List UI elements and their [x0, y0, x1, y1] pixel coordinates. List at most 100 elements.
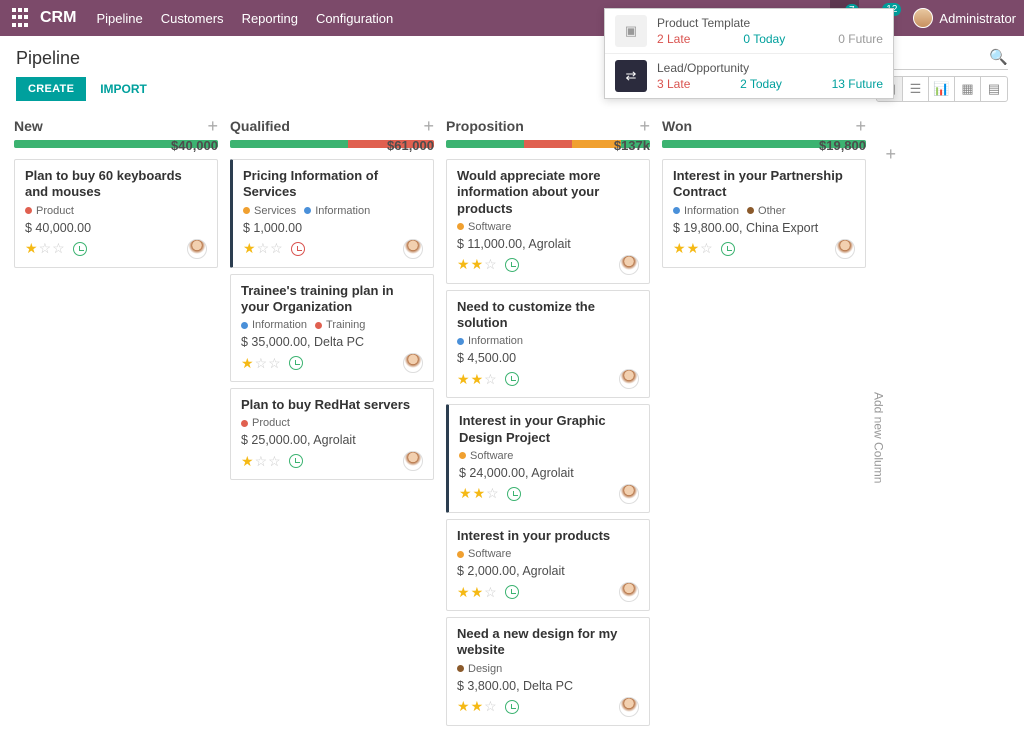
star-icon[interactable]: ★: [457, 371, 470, 388]
star-icon[interactable]: ☆: [270, 240, 283, 257]
star-icon[interactable]: ☆: [486, 485, 499, 502]
nav-pipeline[interactable]: Pipeline: [96, 11, 142, 26]
kanban-card[interactable]: Trainee's training plan in your Organiza…: [230, 274, 434, 383]
star-icon[interactable]: ☆: [484, 371, 497, 388]
clock-icon[interactable]: [507, 487, 521, 501]
search-icon[interactable]: 🔍: [989, 48, 1008, 66]
view-list-icon[interactable]: ☰: [903, 77, 929, 101]
assignee-avatar[interactable]: [619, 369, 639, 389]
clock-icon[interactable]: [505, 372, 519, 386]
star-icon[interactable]: ★: [459, 485, 472, 502]
clock-icon[interactable]: [291, 242, 305, 256]
star-icon[interactable]: ★: [243, 240, 256, 257]
view-pivot-icon[interactable]: ▤: [981, 77, 1007, 101]
star-icon[interactable]: ☆: [255, 355, 268, 372]
assignee-avatar[interactable]: [835, 239, 855, 259]
star-icon[interactable]: ★: [25, 240, 38, 257]
star-icon[interactable]: ★: [673, 240, 686, 257]
star-icon[interactable]: ★: [473, 485, 486, 502]
star-icon[interactable]: ☆: [484, 256, 497, 273]
card-tags: Product: [241, 417, 423, 429]
star-icon[interactable]: ★: [687, 240, 700, 257]
star-icon[interactable]: ★: [241, 355, 254, 372]
star-icon[interactable]: ★: [457, 256, 470, 273]
clock-icon[interactable]: [505, 700, 519, 714]
assignee-avatar[interactable]: [619, 582, 639, 602]
assignee-avatar[interactable]: [403, 239, 423, 259]
assignee-avatar[interactable]: [619, 697, 639, 717]
tag: Product: [25, 205, 74, 217]
apps-icon[interactable]: [12, 8, 32, 28]
star-icon[interactable]: ☆: [268, 355, 281, 372]
clock-icon[interactable]: [289, 356, 303, 370]
star-icon[interactable]: ☆: [484, 698, 497, 715]
kanban-card[interactable]: Plan to buy RedHat servers Product $ 25,…: [230, 388, 434, 480]
star-icon[interactable]: ☆: [52, 240, 65, 257]
star-icon[interactable]: ★: [457, 584, 470, 601]
nav-customers[interactable]: Customers: [161, 11, 224, 26]
tag: Information: [457, 335, 523, 347]
kanban-card[interactable]: Interest in your products Software $ 2,0…: [446, 519, 650, 611]
kanban-card[interactable]: Interest in your Partnership Contract In…: [662, 159, 866, 268]
star-icon[interactable]: ☆: [39, 240, 52, 257]
view-calendar-icon[interactable]: ▦: [955, 77, 981, 101]
nav-menu: Pipeline Customers Reporting Configurati…: [96, 11, 393, 26]
star-icon[interactable]: ☆: [255, 453, 268, 470]
view-switcher: ▦ ☰ 📊 ▦ ▤: [876, 76, 1008, 102]
clock-icon[interactable]: [505, 585, 519, 599]
user-menu[interactable]: Administrator: [913, 8, 1016, 28]
star-icon[interactable]: ★: [471, 698, 484, 715]
clock-icon[interactable]: [505, 258, 519, 272]
star-icon[interactable]: ☆: [257, 240, 270, 257]
kanban-card[interactable]: Need a new design for my website Design …: [446, 617, 650, 726]
user-name: Administrator: [939, 11, 1016, 26]
kanban-card[interactable]: Need to customize the solution Informati…: [446, 290, 650, 399]
clock-icon[interactable]: [289, 454, 303, 468]
notif-row-product[interactable]: ▣ Product Template 2 Late 0 Today 0 Futu…: [605, 9, 893, 53]
kanban-board: New+$40,000 Plan to buy 60 keyboards and…: [0, 110, 1024, 732]
assignee-avatar[interactable]: [403, 353, 423, 373]
card-footer: ★★☆: [457, 697, 639, 717]
star-icon[interactable]: ★: [471, 371, 484, 388]
nav-configuration[interactable]: Configuration: [316, 11, 393, 26]
add-card-icon[interactable]: +: [423, 119, 434, 133]
tag: Services: [243, 205, 296, 217]
notif-row-lead[interactable]: ⇄ Lead/Opportunity 3 Late 2 Today 13 Fut…: [605, 53, 893, 98]
clock-icon[interactable]: [721, 242, 735, 256]
column-title: Proposition: [446, 118, 524, 134]
star-icon[interactable]: ★: [471, 256, 484, 273]
add-card-icon[interactable]: +: [639, 119, 650, 133]
view-graph-icon[interactable]: 📊: [929, 77, 955, 101]
add-card-icon[interactable]: +: [855, 119, 866, 133]
card-title: Need to customize the solution: [457, 299, 639, 332]
create-button[interactable]: CREATE: [16, 77, 86, 101]
star-icon[interactable]: ☆: [484, 584, 497, 601]
import-button[interactable]: IMPORT: [100, 82, 147, 96]
add-card-icon[interactable]: +: [207, 119, 218, 133]
assignee-avatar[interactable]: [403, 451, 423, 471]
assignee-avatar[interactable]: [187, 239, 207, 259]
star-icon[interactable]: ★: [241, 453, 254, 470]
card-title: Trainee's training plan in your Organiza…: [241, 283, 423, 316]
notif-today: 2 Today: [740, 77, 782, 91]
clock-icon[interactable]: [73, 242, 87, 256]
kanban-card[interactable]: Interest in your Graphic Design Project …: [446, 404, 650, 513]
kanban-card[interactable]: Pricing Information of Services Services…: [230, 159, 434, 268]
nav-reporting[interactable]: Reporting: [242, 11, 298, 26]
tag: Software: [459, 450, 513, 462]
star-icon[interactable]: ★: [457, 698, 470, 715]
kanban-card[interactable]: Would appreciate more information about …: [446, 159, 650, 284]
kanban-card[interactable]: Plan to buy 60 keyboards and mouses Prod…: [14, 159, 218, 268]
star-icon[interactable]: ☆: [268, 453, 281, 470]
assignee-avatar[interactable]: [619, 255, 639, 275]
add-column[interactable]: +Add new Column: [872, 114, 896, 732]
card-stars: ★★☆: [457, 584, 497, 601]
star-icon[interactable]: ☆: [700, 240, 713, 257]
tag: Software: [457, 548, 511, 560]
card-title: Interest in your Partnership Contract: [673, 168, 855, 201]
card-tags: Product: [25, 205, 207, 217]
card-title: Plan to buy RedHat servers: [241, 397, 423, 413]
star-icon[interactable]: ★: [471, 584, 484, 601]
assignee-avatar[interactable]: [619, 484, 639, 504]
brand[interactable]: CRM: [40, 9, 76, 27]
